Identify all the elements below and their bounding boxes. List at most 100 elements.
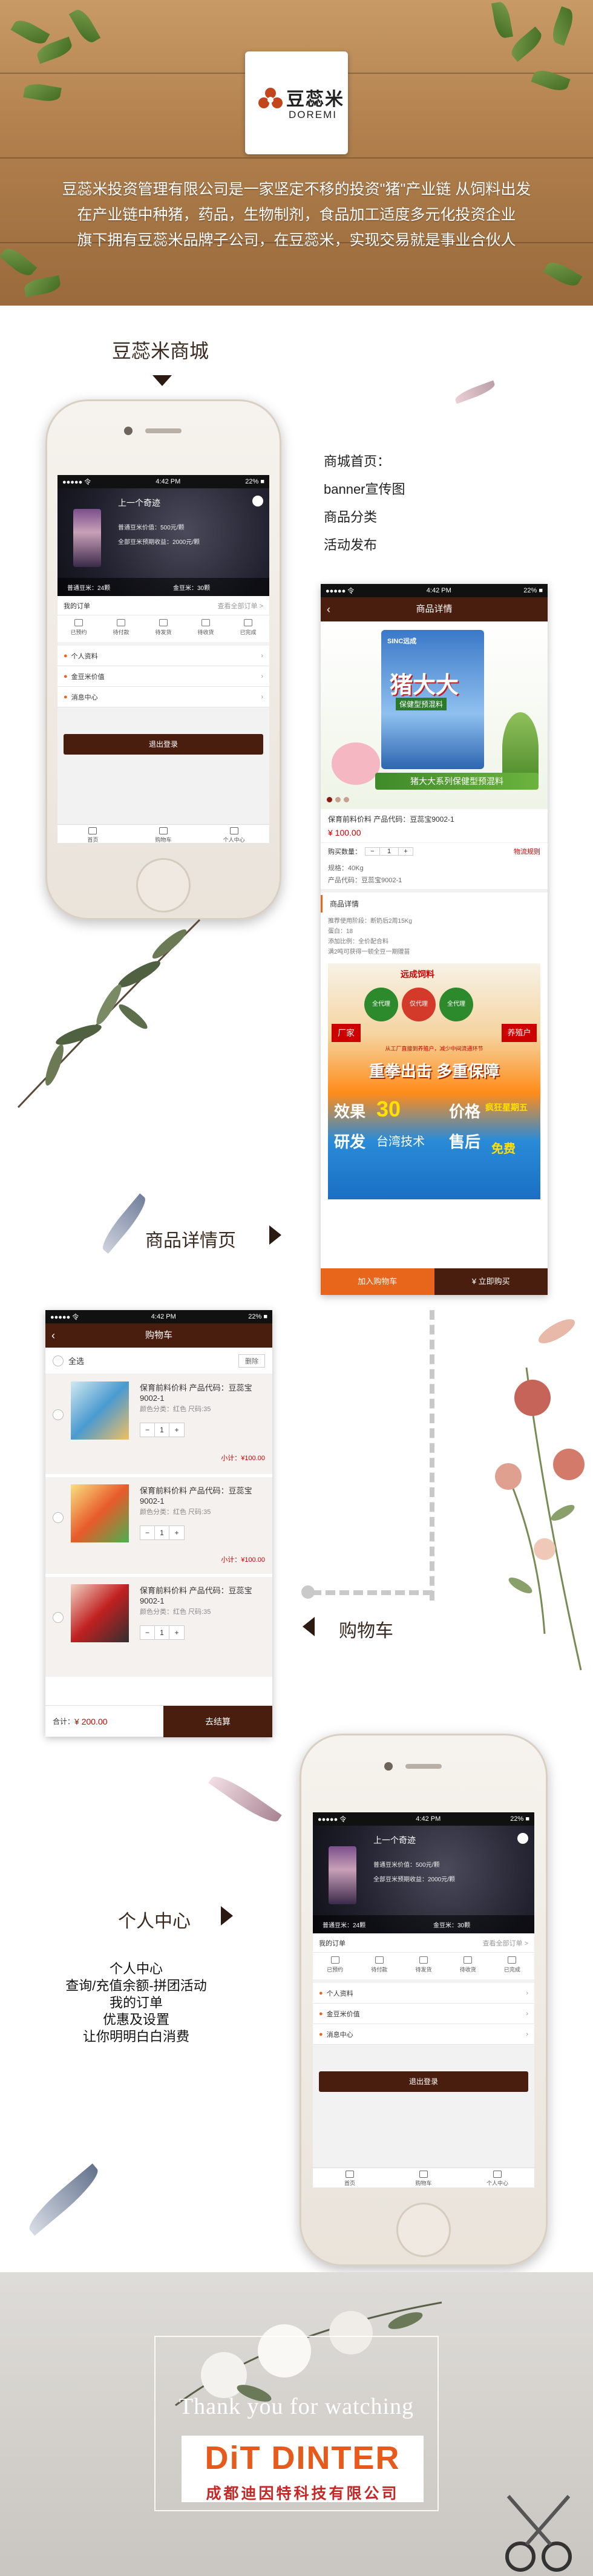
list-item: banner宣传图 xyxy=(324,482,405,497)
status-bar: ●●●●● 令 4:42 PM 22% ■ xyxy=(321,584,548,597)
buy-now-button[interactable]: ¥ 立即购买 xyxy=(434,1268,548,1295)
spec-block: 规格：40Kg 产品代码：豆蕊宝9002-1 xyxy=(321,860,548,893)
menu-gold-value[interactable]: ● 金豆米价值 › xyxy=(57,666,269,687)
quantity-stepper[interactable]: −1 + xyxy=(140,1526,185,1540)
brand-logo: 豆蕊米 DOREMI xyxy=(245,51,348,154)
info-line: 全部豆米预期收益：2000元/颗 xyxy=(373,1876,456,1883)
logout-button[interactable]: 退出登录 xyxy=(319,2071,528,2092)
settings-icon[interactable] xyxy=(252,496,263,506)
back-arrow-icon[interactable]: ‹ xyxy=(327,597,330,621)
cart-checkout-bar: 合计： ¥ 200.00 去结算 xyxy=(45,1705,272,1737)
quick-item[interactable]: 已完成 xyxy=(490,1953,534,1979)
normal-beans[interactable]: 普通豆米：24颗 xyxy=(57,583,163,592)
logout-button[interactable]: 退出登录 xyxy=(64,734,263,755)
gold-beans[interactable]: 金豆米：30颗 xyxy=(424,1920,534,1929)
product-price: ¥ 100.00 xyxy=(328,828,361,837)
quick-item[interactable]: 待发货 xyxy=(401,1953,445,1979)
view-all-orders[interactable]: 查看全部订单 > xyxy=(483,1938,528,1948)
quick-item[interactable]: 已预约 xyxy=(57,615,100,642)
section-title-detail: 商品详情页 xyxy=(145,1231,236,1251)
tab-profile[interactable]: 个人中心 xyxy=(460,2168,534,2188)
detail-navbar: ‹ 商品详情 xyxy=(321,597,548,621)
product-image-carousel[interactable]: SINC远成 猪大大 保健型预混料 猪大大系列保健型预混料 xyxy=(321,621,548,809)
product-thumbnail[interactable] xyxy=(71,1584,129,1642)
checkout-button[interactable]: 去结算 xyxy=(163,1705,272,1737)
gold-beans[interactable]: 金豆米：30颗 xyxy=(163,583,269,592)
back-arrow-icon[interactable]: ‹ xyxy=(51,1323,55,1348)
select-all-label[interactable]: 全选 xyxy=(68,1355,84,1366)
quick-item[interactable]: 待付款 xyxy=(100,615,142,642)
section-title-cart: 购物车 xyxy=(339,1621,393,1641)
username: 上一个奇迹 xyxy=(373,1835,416,1845)
tab-bar: 首页 购物车 个人中心 xyxy=(57,824,269,843)
scissors-decoration xyxy=(505,2495,572,2572)
product-thumbnail[interactable] xyxy=(71,1381,129,1440)
carousel-dots xyxy=(327,797,349,802)
cart-item: 保育前料价料 产品代码：豆蕊宝9002-1 颜色分类：红色 尺码:35 −1 + xyxy=(45,1577,272,1677)
view-all-orders[interactable]: 查看全部订单 > xyxy=(218,601,263,611)
avatar[interactable] xyxy=(73,509,101,567)
bean-count-bar: 普通豆米：24颗 金豆米：30颗 xyxy=(57,578,269,596)
product-thumbnail[interactable] xyxy=(71,1484,129,1542)
logistics-link[interactable]: 物流规则 xyxy=(514,847,540,856)
quick-item[interactable]: 待发货 xyxy=(142,615,185,642)
olive-branch-decoration xyxy=(17,919,201,1109)
plus-button[interactable]: + xyxy=(398,848,413,855)
home-button xyxy=(136,858,191,913)
tab-home[interactable]: 首页 xyxy=(57,825,128,843)
info-line: 全部豆米预期收益：2000元/颗 xyxy=(118,539,200,546)
add-to-cart-button[interactable]: 加入购物车 xyxy=(321,1268,434,1295)
tab-cart[interactable]: 购物车 xyxy=(387,2168,460,2188)
quick-item[interactable]: 待收货 xyxy=(446,1953,490,1979)
minus-button[interactable]: − xyxy=(365,848,380,855)
cart-item: 保育前料价料 产品代码：豆蕊宝9002-1 颜色分类：红色 尺码:35 −1 + 小… xyxy=(45,1374,272,1474)
feather-decoration xyxy=(453,380,497,404)
avatar[interactable] xyxy=(329,1846,356,1904)
header-wood-banner: 豆蕊米 DOREMI 豆蕊米投资管理有限公司是一家坚定不移的投资"猪"产业链 从… xyxy=(0,0,593,306)
delete-button[interactable]: 删除 xyxy=(238,1354,265,1368)
status-bar: ●●●●● 令 4:42 PM 22% ■ xyxy=(45,1310,272,1323)
quick-item[interactable]: 已完成 xyxy=(227,615,269,642)
item-select-radio[interactable] xyxy=(53,1612,64,1623)
quick-item[interactable]: 已预约 xyxy=(313,1953,357,1979)
tab-home[interactable]: 首页 xyxy=(313,2168,387,2188)
item-select-radio[interactable] xyxy=(53,1512,64,1523)
quantity-value[interactable]: 1 xyxy=(380,848,398,855)
info-line: 普通豆米价值：500元/颗 xyxy=(373,1862,440,1869)
menu-messages[interactable]: ● 消息中心 › xyxy=(57,687,269,707)
quick-item[interactable]: 待付款 xyxy=(357,1953,401,1979)
menu-gold-value[interactable]: ● 金豆米价值 › xyxy=(313,2004,534,2024)
orders-row[interactable]: 我的订单 查看全部订单 > xyxy=(313,1933,534,1953)
username: 上一个奇迹 xyxy=(118,498,160,508)
company-logo: DiT DINTER 成都迪因特科技有限公司 xyxy=(182,2436,424,2502)
menu-profile[interactable]: ● 个人资料 › xyxy=(313,1983,534,2004)
normal-beans[interactable]: 普通豆米：24颗 xyxy=(313,1920,424,1929)
time: 4:42 PM xyxy=(156,478,181,485)
select-all-radio[interactable] xyxy=(53,1355,64,1366)
tab-profile[interactable]: 个人中心 xyxy=(198,825,269,843)
feather-decoration xyxy=(97,1193,151,1254)
product-detail-screen: ●●●●● 令 4:42 PM 22% ■ ‹ 商品详情 SINC远成 猪大大 … xyxy=(321,584,548,1295)
quantity-stepper[interactable]: −1 + xyxy=(140,1423,185,1437)
quantity-stepper[interactable]: − 1 + xyxy=(365,847,413,856)
home-button xyxy=(396,2203,451,2257)
center-feature-list: 个人中心 查询/充值余额-拼团活动 我的订单 优惠及设置 让你明明白白消费 xyxy=(65,1961,207,2044)
quick-item[interactable]: 待收货 xyxy=(185,615,227,642)
pig-mascot-icon xyxy=(332,742,380,785)
menu-messages[interactable]: ● 消息中心 › xyxy=(313,2024,534,2045)
item-select-radio[interactable] xyxy=(53,1409,64,1420)
menu-profile[interactable]: ● 个人资料 › xyxy=(57,646,269,666)
total-label: 合计： xyxy=(53,1717,75,1726)
orders-row[interactable]: 我的订单 查看全部订单 > xyxy=(57,596,269,615)
intro-line: 旗下拥有豆蕊米品牌子公司，在豆蕊米，实现交易就是事业合伙人 xyxy=(77,232,516,249)
intro-line: 豆蕊米投资管理有限公司是一家坚定不移的投资"猪"产业链 从饲料出发 xyxy=(62,181,531,198)
profile-banner: 上一个奇迹 普通豆米价值：500元/颗 全部豆米预期收益：2000元/颗 普通豆… xyxy=(57,488,269,596)
cart-item: 保育前料价料 产品代码：豆蕊宝9002-1 颜色分类：红色 尺码:35 −1 + 小… xyxy=(45,1477,272,1574)
settings-icon[interactable] xyxy=(517,1833,528,1844)
quantity-stepper[interactable]: −1 + xyxy=(140,1625,185,1640)
page-title: 购物车 xyxy=(145,1330,172,1340)
dashed-connector xyxy=(430,1310,434,1601)
tab-cart[interactable]: 购物车 xyxy=(128,825,199,843)
section-label: 商品详情 xyxy=(321,895,548,913)
product-description: 推荐使用阶段：断奶后2周15Kg 蛋白：18 添加比例：全价配合料 满2吨可获得… xyxy=(328,918,412,955)
